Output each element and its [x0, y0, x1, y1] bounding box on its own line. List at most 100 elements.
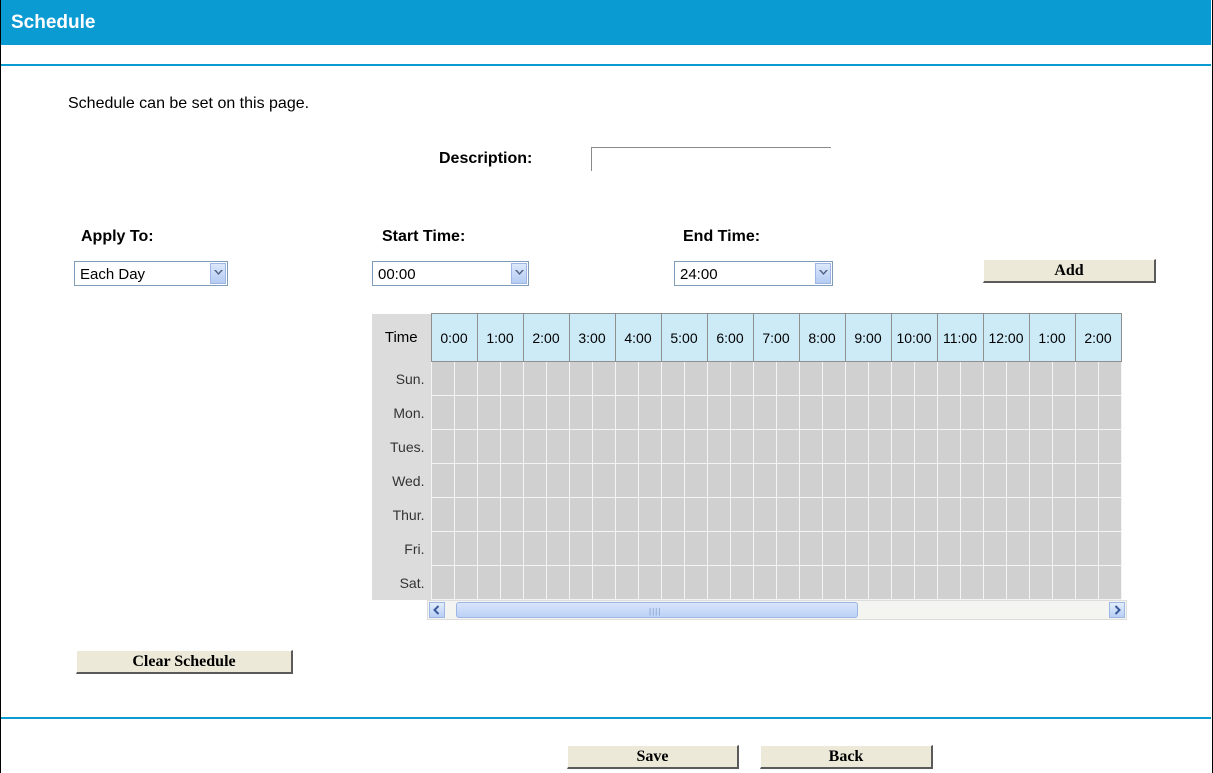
time-slot-cell[interactable]: [476, 497, 501, 532]
time-slot-cell[interactable]: [1074, 395, 1099, 430]
time-slot-cell[interactable]: [545, 463, 570, 498]
time-slot-cell[interactable]: [591, 361, 616, 396]
time-slot-cell[interactable]: [706, 531, 731, 566]
time-slot-cell[interactable]: [982, 395, 1007, 430]
time-slot-cell[interactable]: [752, 531, 777, 566]
description-input[interactable]: [591, 147, 831, 171]
time-slot-cell[interactable]: [798, 531, 823, 566]
time-slot-cell[interactable]: [1074, 429, 1099, 464]
time-slot-cell[interactable]: [775, 395, 800, 430]
time-slot-cell[interactable]: [637, 429, 662, 464]
time-slot-cell[interactable]: [867, 463, 892, 498]
time-slot-cell[interactable]: [913, 497, 938, 532]
time-slot-cell[interactable]: [1051, 361, 1076, 396]
time-slot-cell[interactable]: [936, 531, 961, 566]
time-slot-cell[interactable]: [453, 463, 478, 498]
time-slot-cell[interactable]: [545, 361, 570, 396]
time-slot-cell[interactable]: [844, 429, 869, 464]
time-slot-cell[interactable]: [430, 395, 455, 430]
time-slot-cell[interactable]: [522, 429, 547, 464]
time-slot-cell[interactable]: [683, 395, 708, 430]
time-slot-cell[interactable]: [614, 361, 639, 396]
time-slot-cell[interactable]: [1074, 361, 1099, 396]
time-slot-cell[interactable]: [591, 531, 616, 566]
time-slot-cell[interactable]: [706, 565, 731, 600]
horizontal-scrollbar[interactable]: ||||: [427, 600, 1127, 620]
time-slot-cell[interactable]: [890, 565, 915, 600]
time-slot-cell[interactable]: [798, 429, 823, 464]
apply-to-select[interactable]: Each Day: [74, 261, 228, 286]
time-slot-cell[interactable]: [706, 361, 731, 396]
time-slot-cell[interactable]: [752, 429, 777, 464]
time-slot-cell[interactable]: [637, 497, 662, 532]
time-slot-cell[interactable]: [614, 395, 639, 430]
time-slot-cell[interactable]: [499, 429, 524, 464]
time-slot-cell[interactable]: [890, 463, 915, 498]
time-slot-cell[interactable]: [476, 429, 501, 464]
time-slot-cell[interactable]: [959, 429, 984, 464]
time-slot-cell[interactable]: [959, 531, 984, 566]
scroll-right-button[interactable]: [1109, 602, 1125, 618]
time-slot-cell[interactable]: [890, 429, 915, 464]
time-slot-cell[interactable]: [430, 361, 455, 396]
time-slot-cell[interactable]: [867, 429, 892, 464]
time-slot-cell[interactable]: [867, 361, 892, 396]
time-slot-cell[interactable]: [936, 497, 961, 532]
time-slot-cell[interactable]: [752, 395, 777, 430]
time-slot-cell[interactable]: [476, 361, 501, 396]
time-slot-cell[interactable]: [660, 429, 685, 464]
time-slot-cell[interactable]: [821, 565, 846, 600]
time-slot-cell[interactable]: [614, 565, 639, 600]
end-time-select[interactable]: 24:00: [674, 261, 833, 286]
time-slot-cell[interactable]: [729, 395, 754, 430]
time-slot-cell[interactable]: [913, 463, 938, 498]
time-slot-cell[interactable]: [821, 361, 846, 396]
time-slot-cell[interactable]: [430, 497, 455, 532]
time-slot-cell[interactable]: [1051, 531, 1076, 566]
time-slot-cell[interactable]: [568, 361, 593, 396]
time-slot-cell[interactable]: [476, 531, 501, 566]
time-slot-cell[interactable]: [729, 497, 754, 532]
time-slot-cell[interactable]: [568, 463, 593, 498]
chevron-down-icon[interactable]: [210, 263, 226, 284]
time-slot-cell[interactable]: [568, 531, 593, 566]
time-slot-cell[interactable]: [591, 395, 616, 430]
time-slot-cell[interactable]: [522, 361, 547, 396]
time-slot-cell[interactable]: [821, 497, 846, 532]
time-slot-cell[interactable]: [913, 531, 938, 566]
time-slot-cell[interactable]: [775, 565, 800, 600]
time-slot-cell[interactable]: [821, 429, 846, 464]
time-slot-cell[interactable]: [1028, 565, 1053, 600]
time-slot-cell[interactable]: [1005, 395, 1030, 430]
time-slot-cell[interactable]: [1097, 497, 1122, 532]
time-slot-cell[interactable]: [1005, 463, 1030, 498]
chevron-down-icon[interactable]: [511, 263, 527, 284]
time-slot-cell[interactable]: [1097, 429, 1122, 464]
time-slot-cell[interactable]: [1028, 395, 1053, 430]
time-slot-cell[interactable]: [798, 361, 823, 396]
time-slot-cell[interactable]: [1051, 565, 1076, 600]
time-slot-cell[interactable]: [890, 361, 915, 396]
time-slot-cell[interactable]: [430, 429, 455, 464]
time-slot-cell[interactable]: [844, 497, 869, 532]
time-slot-cell[interactable]: [1051, 463, 1076, 498]
time-slot-cell[interactable]: [683, 531, 708, 566]
time-slot-cell[interactable]: [752, 361, 777, 396]
time-slot-cell[interactable]: [683, 463, 708, 498]
time-slot-cell[interactable]: [752, 463, 777, 498]
time-slot-cell[interactable]: [637, 531, 662, 566]
chevron-down-icon[interactable]: [815, 263, 831, 284]
time-slot-cell[interactable]: [798, 463, 823, 498]
time-slot-cell[interactable]: [1051, 429, 1076, 464]
time-slot-cell[interactable]: [660, 531, 685, 566]
time-slot-cell[interactable]: [729, 429, 754, 464]
time-slot-cell[interactable]: [1097, 565, 1122, 600]
time-slot-cell[interactable]: [660, 395, 685, 430]
time-slot-cell[interactable]: [1028, 463, 1053, 498]
time-slot-cell[interactable]: [453, 565, 478, 600]
save-button[interactable]: Save: [567, 745, 739, 769]
time-slot-cell[interactable]: [1028, 361, 1053, 396]
time-slot-cell[interactable]: [1005, 565, 1030, 600]
time-slot-cell[interactable]: [545, 395, 570, 430]
time-slot-cell[interactable]: [913, 361, 938, 396]
